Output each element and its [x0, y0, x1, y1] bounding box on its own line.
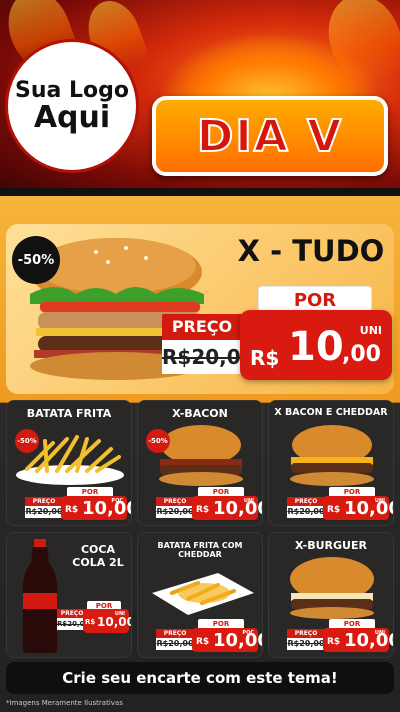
- old-price: R$20,00: [287, 506, 325, 518]
- price-cents: ,00: [342, 342, 381, 367]
- product-card-x-bacon: X-BACON -50% POR PREÇO R$20,00 R$ 10,00 …: [137, 400, 263, 526]
- soda-bottle-image: [23, 539, 57, 653]
- old-price: R$20,00: [25, 506, 63, 518]
- old-price: R$20,00: [162, 340, 255, 374]
- headline-badge: DIA V: [152, 96, 388, 176]
- currency: R$: [196, 505, 210, 515]
- product-card-x-bacon-cheddar: X BACON E CHEDDAR POR PREÇO R$20,00 R$ 1…: [268, 400, 394, 526]
- header-banner: Sua Logo Aqui DIA V: [0, 0, 400, 196]
- currency: R$: [196, 637, 210, 647]
- cta-banner[interactable]: Crie seu encarte com este tema!: [6, 662, 394, 694]
- unit-label: UNI: [243, 498, 254, 504]
- fries-cheddar-image: [152, 573, 254, 615]
- price: 10,00: [344, 630, 393, 651]
- unit-label: UNI: [114, 611, 125, 617]
- price: 10,00: [82, 498, 131, 519]
- card-title: COCA COLA 2L: [72, 543, 124, 570]
- old-price: R$20,00: [156, 506, 194, 518]
- new-price: R$ 10,00 UNI: [323, 628, 393, 652]
- product-card-batata-cheddar: BATATA FRITA COM CHEDDAR POR PREÇO R$20,…: [137, 532, 263, 658]
- price: 10,00: [344, 498, 393, 519]
- logo-placeholder: Sua Logo Aqui: [8, 42, 136, 170]
- logo-line2: Aqui: [33, 99, 111, 135]
- product-card-x-burguer: X-BURGUER POR PREÇO R$20,00 R$ 10,00 UNI: [268, 532, 394, 658]
- unit-label: UNI: [374, 630, 385, 636]
- new-price: R$ 10,00 UNI: [323, 496, 393, 520]
- price: 10,00: [97, 615, 132, 629]
- burger-image: [290, 425, 374, 486]
- unit-label: UNI: [374, 498, 385, 504]
- price: 10,00: [213, 498, 262, 519]
- burger-image: [290, 557, 374, 619]
- currency: R$: [85, 618, 96, 626]
- currency: R$: [327, 505, 341, 515]
- logo-line1: Sua Logo: [14, 77, 129, 103]
- product-card-coca-cola: COCA COLA 2L POR PREÇO R$20,00 R$ 10,00 …: [6, 532, 132, 658]
- discount-badge: -50%: [146, 429, 170, 453]
- currency: R$: [327, 637, 341, 647]
- old-price: R$20,00: [287, 638, 325, 650]
- discount-badge: -50%: [15, 429, 39, 453]
- preco-label: PREÇO: [162, 314, 242, 340]
- preco-label: PREÇO: [25, 497, 63, 506]
- new-price: R$ 10,00 POC: [192, 628, 262, 652]
- fire-graphic: [160, 34, 380, 104]
- price-integer: 10: [288, 324, 344, 370]
- preco-label: PREÇO: [156, 629, 194, 638]
- new-price-tag: UNI R$ 10 ,00: [240, 310, 392, 380]
- headline-title: DIA V: [196, 110, 344, 163]
- unit-label: UNI: [359, 324, 382, 337]
- unit-label: POC: [242, 630, 254, 636]
- price: 10,00: [213, 630, 262, 651]
- currency: R$: [65, 505, 79, 515]
- card-title: X-BACON: [172, 407, 228, 420]
- unit-label: POC: [111, 498, 123, 504]
- discount-badge: -50%: [12, 236, 60, 284]
- currency-symbol: R$: [250, 346, 280, 370]
- card-title: BATATA FRITA: [26, 407, 112, 420]
- product-card-batata-frita: BATATA FRITA -50% POR PREÇO R$20,00 R$ 1…: [6, 400, 132, 526]
- old-price: R$20,00: [156, 638, 194, 650]
- featured-name: X - TUDO: [237, 234, 385, 268]
- card-title: X BACON E CHEDDAR: [274, 407, 388, 418]
- new-price: R$ 10,00 UNI: [83, 609, 132, 633]
- preco-label: PREÇO: [287, 497, 325, 506]
- new-price: R$ 10,00 POC: [61, 496, 131, 520]
- flyer: Sua Logo Aqui DIA V -50% X - TUDO POR PR…: [0, 0, 400, 712]
- new-price: R$ 10,00 UNI: [192, 496, 262, 520]
- preco-label: PREÇO: [156, 497, 194, 506]
- disclaimer-note: *Imagens Meramente Ilustrativas: [6, 699, 123, 707]
- preco-label: PREÇO: [287, 629, 325, 638]
- card-title: X-BURGUER: [295, 539, 367, 552]
